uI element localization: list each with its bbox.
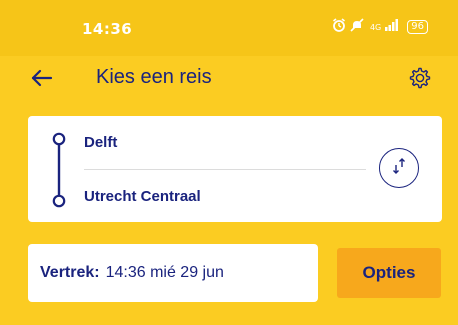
settings-button[interactable] [402,62,438,98]
divider [84,169,366,170]
back-button[interactable] [24,62,60,98]
departure-value: 14:36 mié 29 jun [105,264,224,281]
departure-label: Vertrek: [40,264,100,281]
route-card: Delft Utrecht Centraal [28,116,442,222]
departure-selector[interactable]: Vertrek: 14:36 mié 29 jun [28,244,318,302]
status-icons: 4G 96 [332,18,428,36]
options-button[interactable]: Opties [337,248,441,298]
signal-icon [385,19,399,35]
status-time: 14:36 [82,20,133,38]
app-bar: Kies een reis [0,56,458,104]
page-title: Kies een reis [96,66,212,88]
battery-icon: 96 [407,20,428,34]
swap-stations-button[interactable] [379,148,419,188]
from-station[interactable]: Delft [84,134,117,151]
signal-text: 4G [369,22,382,32]
status-bar: 14:36 4G 96 [0,0,458,56]
mute-icon [350,18,364,36]
swap-vertical-icon [389,156,409,180]
route-line-icon [52,132,66,208]
to-station[interactable]: Utrecht Centraal [84,188,201,205]
gear-icon [408,66,432,94]
arrow-left-icon [31,69,53,91]
alarm-icon [332,18,346,36]
